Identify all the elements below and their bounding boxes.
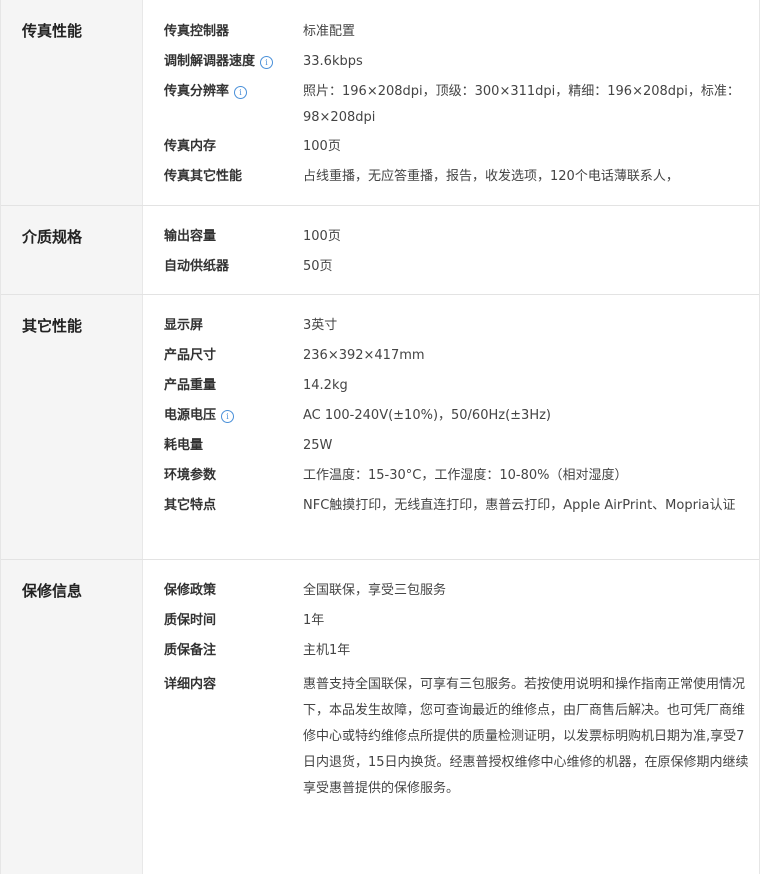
section-media-specs: 介质规格 输出容量 100页 自动供纸器 50页 [1,206,759,295]
spec-value: NFC触摸打印，无线直连打印，惠普云打印，Apple AirPrint、Mopr… [303,498,736,513]
spec-label: 产品尺寸 [164,348,217,363]
spec-label: 传真控制器 [164,24,230,39]
spec-label: 调制解调器速度 [164,54,256,69]
spec-value: 100页 [303,139,341,154]
spec-value: 标准配置 [303,24,356,39]
spec-label: 传真内存 [164,139,217,154]
spec-label: 电源电压 [164,408,217,423]
spec-label: 详细内容 [164,677,217,692]
info-icon[interactable]: i [221,409,235,423]
spec-value: 惠普支持全国联保，可享有三包服务。若按使用说明和操作指南正常使用情况下，本品发生… [303,677,749,796]
spec-value: AC 100-240V(±10%)，50/60Hz(±3Hz) [303,408,551,423]
spec-label: 显示屏 [164,318,204,333]
spec-value: 照片：196×208dpi，顶级：300×311dpi，精细：196×208dp… [303,84,740,125]
spec-value: 100页 [303,229,341,244]
spec-value: 全国联保，享受三包服务 [303,583,447,598]
spec-value: 25W [303,438,333,453]
spec-label: 质保备注 [164,643,217,658]
spec-value: 50页 [303,259,333,274]
spec-label: 质保时间 [164,613,217,628]
spec-value: 主机1年 [303,643,351,658]
spec-value: 236×392×417mm [303,348,425,363]
spec-value: 1年 [303,613,325,628]
spec-label: 环境参数 [164,468,217,483]
spec-label: 其它特点 [164,498,217,513]
spec-label: 传真分辨率 [164,84,230,99]
spec-value: 33.6kbps [303,54,363,69]
spec-label: 产品重量 [164,378,217,393]
spec-label: 自动供纸器 [164,259,230,274]
info-icon[interactable]: i [260,55,274,69]
category-label: 传真性能 [1,0,143,205]
section-other-performance: 其它性能 显示屏 3英寸 产品尺寸 236×392×417mm 产品重量 14.… [1,295,759,560]
spec-label: 耗电量 [164,438,204,453]
section-warranty-info: 保修信息 保修政策 全国联保，享受三包服务 质保时间 1年 质保备注 主机1年 … [1,560,759,874]
category-label: 其它性能 [1,295,143,559]
spec-value: 占线重播，无应答重播，报告，收发选项，120个电话薄联系人， [303,169,679,184]
spec-label: 输出容量 [164,229,217,244]
spec-value: 14.2kg [303,378,348,393]
spec-value: 3英寸 [303,318,338,333]
info-icon[interactable]: i [234,85,248,99]
spec-label: 保修政策 [164,583,217,598]
spec-label: 传真其它性能 [164,169,243,184]
category-label: 介质规格 [1,206,143,294]
spec-value: 工作温度：15-30°C，工作湿度：10-80%（相对湿度） [303,468,628,483]
spec-table: 传真性能 传真控制器 标准配置 调制解调器速度 i 33.6kbps 传真分辨率 i… [0,0,760,874]
section-fax-performance: 传真性能 传真控制器 标准配置 调制解调器速度 i 33.6kbps 传真分辨率 i… [1,0,759,206]
category-label: 保修信息 [1,560,143,874]
